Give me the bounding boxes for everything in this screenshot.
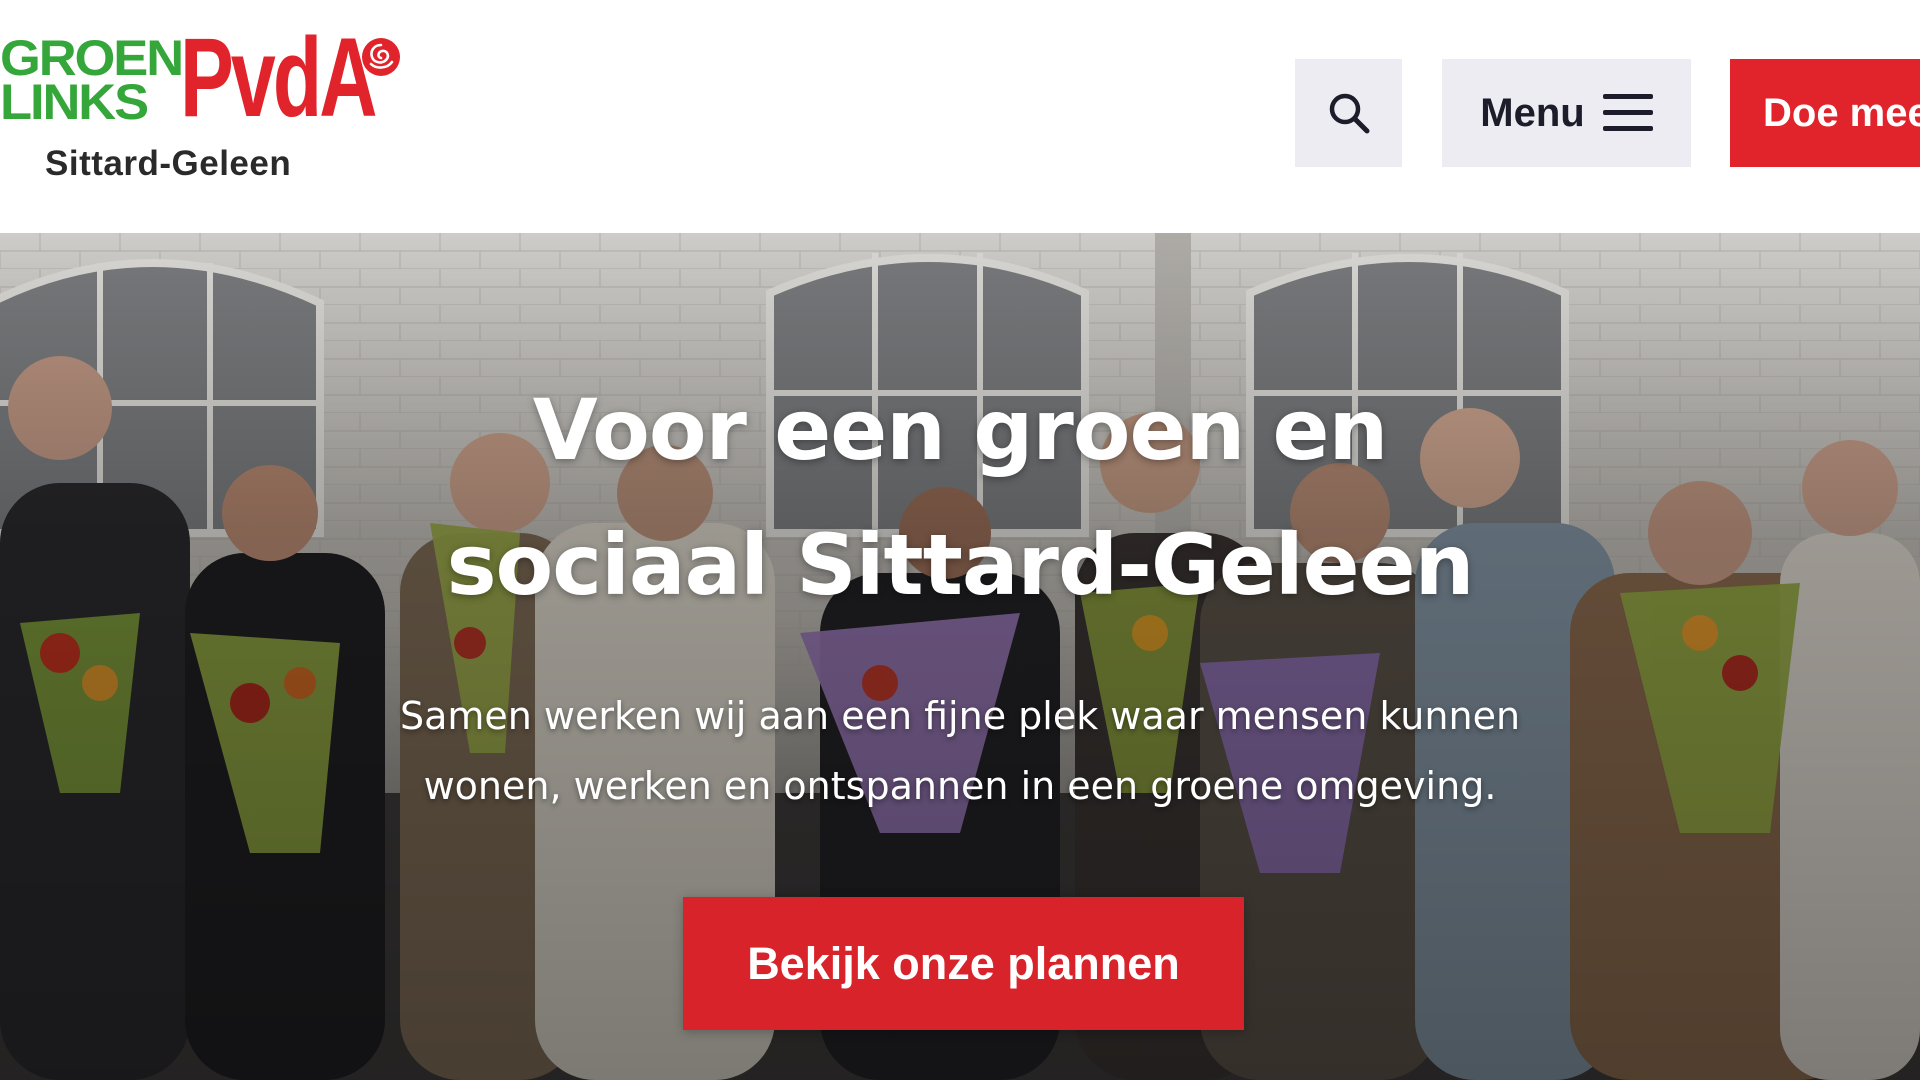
groenlinks-wordmark: GROEN LINKS xyxy=(0,33,189,130)
pvda-wordmark: PvdA xyxy=(180,15,377,140)
doe-mee-button[interactable]: Doe mee xyxy=(1730,59,1920,167)
hero-subtitle: Samen werken wij aan een fijne plek waar… xyxy=(340,681,1580,821)
menu-label: Menu xyxy=(1480,90,1585,135)
menu-button[interactable]: Menu xyxy=(1442,59,1691,167)
view-plans-button[interactable]: Bekijk onze plannen xyxy=(683,897,1244,1030)
doe-mee-label: Doe mee xyxy=(1763,90,1920,135)
hero-section: Voor een groen en sociaal Sittard-Geleen… xyxy=(0,233,1920,1080)
hamburger-icon xyxy=(1602,94,1653,131)
search-button[interactable] xyxy=(1295,59,1402,167)
logo-links-text: LINKS xyxy=(0,74,149,130)
search-icon xyxy=(1329,93,1369,134)
logo-city-name: Sittard-Geleen xyxy=(45,144,292,183)
hero-title-line-2: sociaal Sittard-Geleen xyxy=(446,516,1475,614)
rose-icon xyxy=(362,38,400,76)
view-plans-label: Bekijk onze plannen xyxy=(747,937,1180,989)
hero-subtitle-line-2: wonen, werken en ontspannen in een groen… xyxy=(423,764,1497,808)
hero-subtitle-line-1: Samen werken wij aan een fijne plek waar… xyxy=(399,694,1521,738)
site-logo[interactable]: GROEN LINKS PvdA Sittard-Geleen xyxy=(0,15,420,198)
hero-title: Voor een groen en sociaal Sittard-Geleen xyxy=(360,363,1560,633)
site-header: GROEN LINKS PvdA Sittard-Geleen Menu Doe… xyxy=(0,0,1920,233)
hero-title-line-1: Voor een groen en xyxy=(532,381,1389,479)
